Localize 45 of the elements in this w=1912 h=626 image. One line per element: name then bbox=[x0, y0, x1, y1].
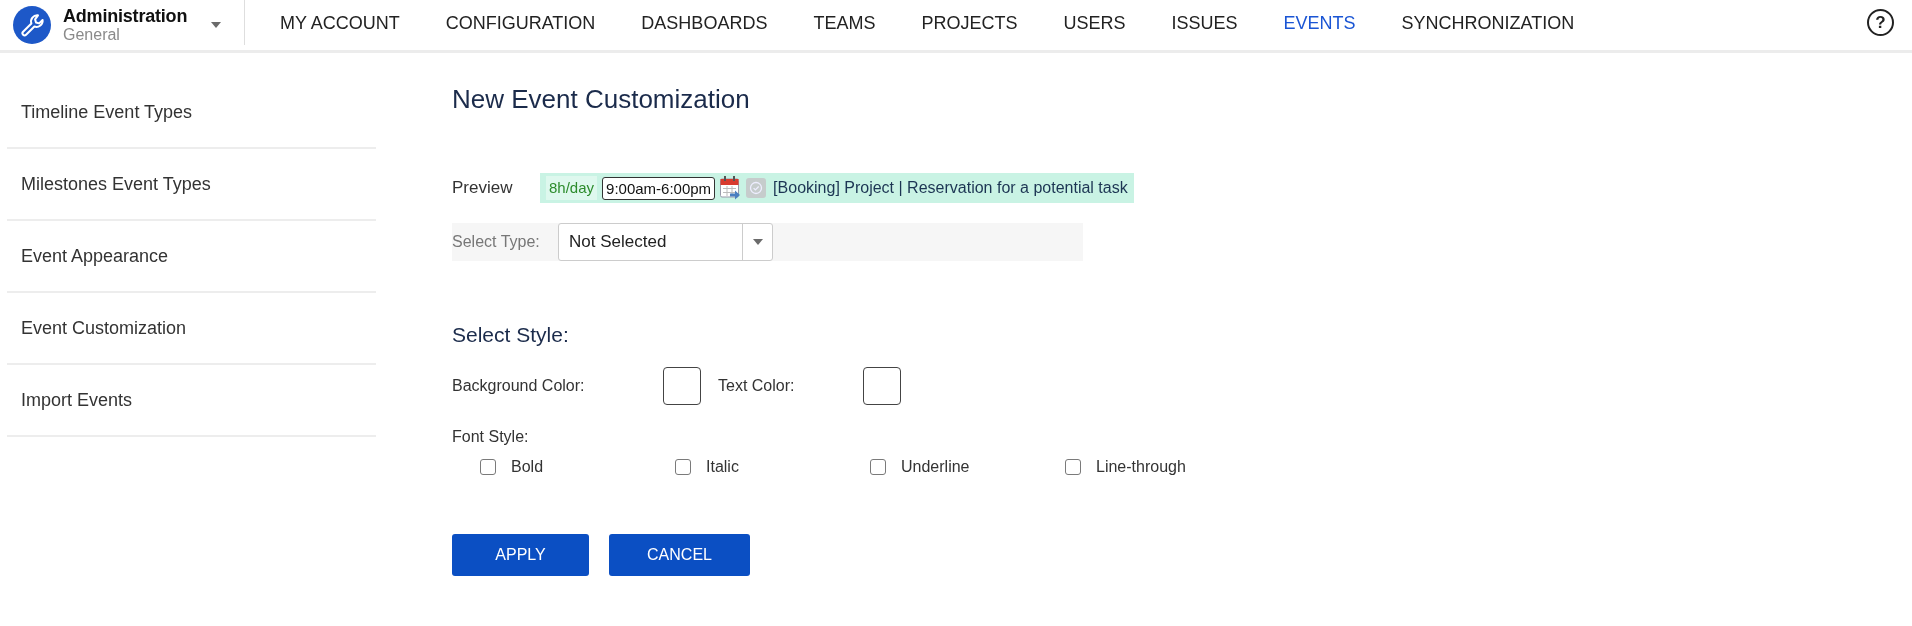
page-title: New Event Customization bbox=[452, 83, 751, 115]
app-subtitle: General bbox=[63, 26, 121, 44]
sidebar-item[interactable]: Import Events bbox=[21, 389, 133, 411]
hours-badge: 8h/day bbox=[546, 176, 598, 200]
dropdown-caret-icon[interactable] bbox=[211, 22, 221, 28]
checkbox-label[interactable]: Bold bbox=[511, 458, 544, 476]
sidebar-item[interactable]: Event Customization bbox=[21, 317, 187, 339]
checkbox[interactable] bbox=[870, 459, 886, 475]
nav-tab[interactable]: DASHBOARDS bbox=[618, 8, 791, 38]
help-button[interactable]: ? bbox=[1867, 9, 1894, 36]
color-picker[interactable] bbox=[863, 367, 901, 405]
nav-tab[interactable]: ISSUES bbox=[1148, 8, 1261, 38]
color-picker[interactable] bbox=[663, 367, 701, 405]
nav-tab[interactable]: TEAMS bbox=[790, 8, 899, 38]
field-label: Text Color: bbox=[718, 377, 796, 395]
calendar-icon bbox=[720, 176, 742, 200]
checkbox[interactable] bbox=[675, 459, 691, 475]
wrench-icon bbox=[13, 6, 51, 44]
nav-tab[interactable]: USERS bbox=[1040, 8, 1149, 38]
nav-tab[interactable]: MY ACCOUNT bbox=[257, 8, 423, 38]
app-title: Administration bbox=[63, 6, 189, 26]
field-label: Font Style: bbox=[452, 427, 530, 447]
checkbox-label[interactable]: Italic bbox=[706, 458, 739, 476]
section-heading: Select Style: bbox=[452, 322, 570, 348]
sidebar-item[interactable]: Event Appearance bbox=[21, 245, 169, 267]
sidebar-item[interactable]: Timeline Event Types bbox=[21, 101, 193, 123]
check-icon bbox=[746, 178, 767, 198]
event-title: [Booking] Project | Reservation for a potential task bbox=[773, 179, 1128, 197]
nav-tab[interactable]: EVENTS bbox=[1260, 8, 1379, 38]
nav-tab[interactable]: CONFIGURATION bbox=[422, 8, 619, 38]
caret-icon bbox=[752, 239, 763, 245]
type-dropdown[interactable]: Not Selected bbox=[558, 223, 773, 261]
nav-tab[interactable]: SYNCHRONIZATION bbox=[1378, 8, 1598, 38]
nav-tab[interactable]: PROJECTS bbox=[898, 8, 1041, 38]
apply-button[interactable]: APPLY bbox=[452, 534, 589, 576]
sidebar-item[interactable]: Milestones Event Types bbox=[21, 173, 211, 195]
select-type-label: Select Type: bbox=[452, 233, 541, 251]
checkbox[interactable] bbox=[1065, 459, 1081, 475]
preview-label: Preview bbox=[452, 178, 514, 198]
checkbox-label[interactable]: Line-through bbox=[1096, 458, 1186, 476]
cancel-button[interactable]: CANCEL bbox=[609, 534, 750, 576]
checkbox-label[interactable]: Underline bbox=[901, 458, 970, 476]
time-range-badge: 9:00am-6:00pm bbox=[602, 176, 716, 200]
field-label: Background Color: bbox=[452, 377, 586, 395]
checkbox[interactable] bbox=[480, 459, 496, 475]
